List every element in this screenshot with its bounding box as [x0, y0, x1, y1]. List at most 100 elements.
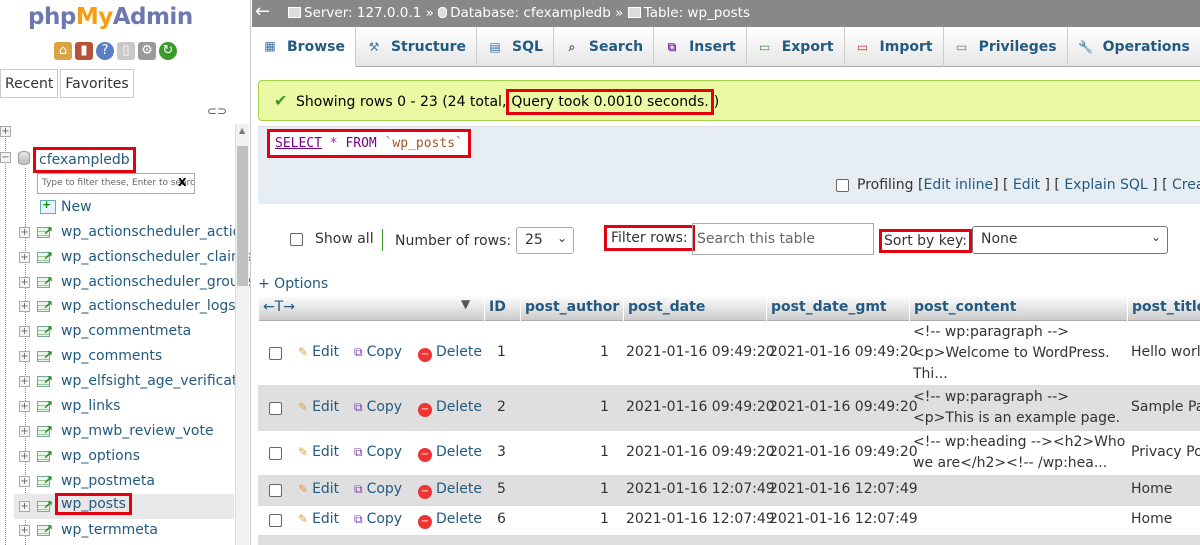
favorites-tab[interactable]: Favorites	[60, 69, 134, 98]
recent-tab[interactable]: Recent	[0, 69, 59, 98]
expand-icon[interactable]: +	[19, 451, 30, 462]
new-table-link[interactable]: New	[40, 198, 92, 215]
expand-icon[interactable]: +	[19, 376, 30, 387]
tab-structure[interactable]: ⚒ Structure	[356, 27, 477, 67]
move-columns-icon[interactable]: ←T→	[263, 299, 295, 315]
docs-icon[interactable]: ▯	[117, 42, 135, 60]
expand-icon[interactable]: +	[19, 426, 30, 437]
expand-icon[interactable]: +	[0, 126, 11, 137]
caret-down-icon[interactable]: ▼	[461, 297, 470, 311]
edit-button[interactable]: ✎ Edit	[298, 511, 339, 527]
nav-table-item-selected[interactable]: + ↗ wp_posts	[14, 493, 234, 519]
row-checkbox[interactable]	[269, 484, 282, 497]
expand-icon[interactable]: +	[19, 501, 30, 512]
show-all-checkbox[interactable]	[290, 232, 303, 246]
expand-icon[interactable]: +	[19, 227, 30, 238]
row-checkbox[interactable]	[269, 447, 282, 460]
row-checkbox[interactable]	[269, 402, 282, 415]
delete-button[interactable]: − Delete	[418, 511, 482, 529]
delete-button[interactable]: − Delete	[418, 481, 482, 499]
edit-button[interactable]: ✎ Edit	[298, 444, 339, 460]
nav-table-item[interactable]: + ↗ wp_actionscheduler_claims	[0, 245, 250, 270]
settings-icon[interactable]: ⚙	[138, 42, 156, 60]
expand-icon[interactable]: +	[19, 252, 30, 263]
link-with-main-icon[interactable]: ⊂⊃	[207, 104, 227, 118]
edit-button[interactable]: ✎ Edit	[298, 481, 339, 497]
delete-button[interactable]: − Delete	[418, 399, 482, 417]
column-arrows[interactable]: ←T→ ▼	[258, 295, 484, 321]
expand-icon[interactable]: +	[19, 301, 30, 312]
edit-sql-link[interactable]: Edit	[1013, 177, 1040, 193]
breadcrumb-database[interactable]: Database: cfexampledb	[450, 5, 611, 21]
nav-table-item[interactable]: + ↗ wp_links	[0, 394, 234, 419]
options-link[interactable]: + Options	[258, 276, 328, 292]
show-all[interactable]: Show all	[290, 231, 374, 247]
column-header-post-content[interactable]: post_content	[909, 295, 1127, 321]
nav-table-item[interactable]: + ↗ wp_actionscheduler_actions	[0, 220, 250, 245]
table-filter-input[interactable]: Type to filter these, Enter to search	[37, 173, 195, 194]
sort-by-key-select[interactable]: None ⌄	[972, 226, 1168, 254]
copy-button[interactable]: ⧉ Copy	[354, 399, 402, 415]
column-header-post-date[interactable]: post_date	[623, 295, 766, 321]
copy-button[interactable]: ⧉ Copy	[354, 481, 402, 497]
expand-icon[interactable]: +	[19, 326, 30, 337]
number-of-rows-select[interactable]: 25 ⌄	[516, 227, 574, 254]
column-header-id[interactable]: ID	[484, 295, 520, 321]
collapse-icon[interactable]: −	[0, 152, 11, 163]
home-icon[interactable]: ⌂	[54, 42, 72, 60]
breadcrumb-server[interactable]: Server: 127.0.0.1	[304, 5, 421, 21]
copy-button[interactable]: ⧉ Copy	[354, 444, 402, 460]
tab-import[interactable]: ▭ Import	[845, 27, 944, 67]
search-table-input[interactable]: Search this table	[692, 223, 874, 255]
nav-table-item[interactable]: + ↗ wp_actionscheduler_logs	[0, 294, 236, 319]
scroll-up-icon[interactable]: ▲	[239, 126, 245, 135]
phpmyadmin-logo[interactable]: phpMyAdmin	[28, 4, 193, 30]
create-php-link[interactable]: Create PHP code	[1172, 177, 1200, 193]
expand-icon[interactable]: +	[19, 525, 30, 536]
tab-browse[interactable]: ▦ Browse	[252, 27, 356, 67]
delete-button[interactable]: − Delete	[418, 444, 482, 462]
database-name[interactable]: cfexampledb	[33, 147, 136, 173]
breadcrumb-table[interactable]: Table: wp_posts	[644, 5, 750, 21]
explain-sql-link[interactable]: Explain SQL	[1064, 177, 1147, 193]
column-header-post-title[interactable]: post_title	[1127, 295, 1200, 321]
nav-table-item[interactable]: + ↗ wp_actionscheduler_groups	[0, 270, 250, 295]
copy-button[interactable]: ⧉ Copy	[354, 344, 402, 360]
edit-inline-link[interactable]: Edit inline	[924, 177, 994, 193]
row-checkbox[interactable]	[269, 514, 282, 527]
nav-table-item[interactable]: + ↗ wp_options	[0, 444, 234, 469]
expand-icon[interactable]: +	[19, 401, 30, 412]
nav-table-item[interactable]: + ↗ wp_postmeta	[0, 469, 234, 494]
clear-filter-icon[interactable]: X	[178, 176, 186, 189]
scroll-thumb[interactable]	[237, 146, 248, 286]
tab-search[interactable]: ⌕ Search	[554, 27, 655, 67]
tab-export[interactable]: ▭ Export	[747, 27, 845, 67]
profiling-checkbox[interactable]	[836, 178, 849, 192]
row-checkbox[interactable]	[269, 347, 282, 360]
tab-operations[interactable]: 🔧 Operations	[1068, 27, 1200, 67]
nav-table-item[interactable]: + ↗ wp_comments	[0, 344, 234, 369]
column-header-post-author[interactable]: post_author	[520, 295, 623, 321]
delete-button[interactable]: − Delete	[418, 344, 482, 362]
tab-sql[interactable]: ▤ SQL	[477, 27, 554, 67]
edit-button[interactable]: ✎ Edit	[298, 344, 339, 360]
edit-button[interactable]: ✎ Edit	[298, 399, 339, 415]
copy-button[interactable]: ⧉ Copy	[354, 511, 402, 527]
tab-privileges[interactable]: ▭ Privileges	[944, 27, 1068, 67]
expand-icon[interactable]: +	[19, 277, 30, 288]
nav-table-item[interactable]: + ↗ wp_mwb_review_vote	[0, 419, 234, 444]
tab-insert[interactable]: ⧉ Insert	[654, 27, 747, 67]
nav-table-item[interactable]: + ↗ wp_termmeta	[0, 518, 234, 543]
logout-icon[interactable]: ▮	[75, 42, 93, 60]
column-header-post-date-gmt[interactable]: post_date_gmt	[766, 295, 909, 321]
sql-query[interactable]: SELECT * FROM `wp_posts`	[267, 129, 471, 158]
nav-scrollbar[interactable]: ▲	[235, 124, 249, 545]
nav-table-item[interactable]: + ↗ wp_elfsight_age_verification	[0, 369, 250, 394]
collapse-nav-icon[interactable]: ←	[255, 1, 270, 22]
expand-icon[interactable]: +	[19, 351, 30, 362]
expand-icon[interactable]: +	[19, 476, 30, 487]
reload-icon[interactable]: ↻	[159, 42, 177, 60]
table-label: wp_links	[61, 398, 121, 414]
help-icon[interactable]: ?	[96, 42, 114, 60]
nav-table-item[interactable]: + ↗ wp_commentmeta	[0, 319, 234, 344]
